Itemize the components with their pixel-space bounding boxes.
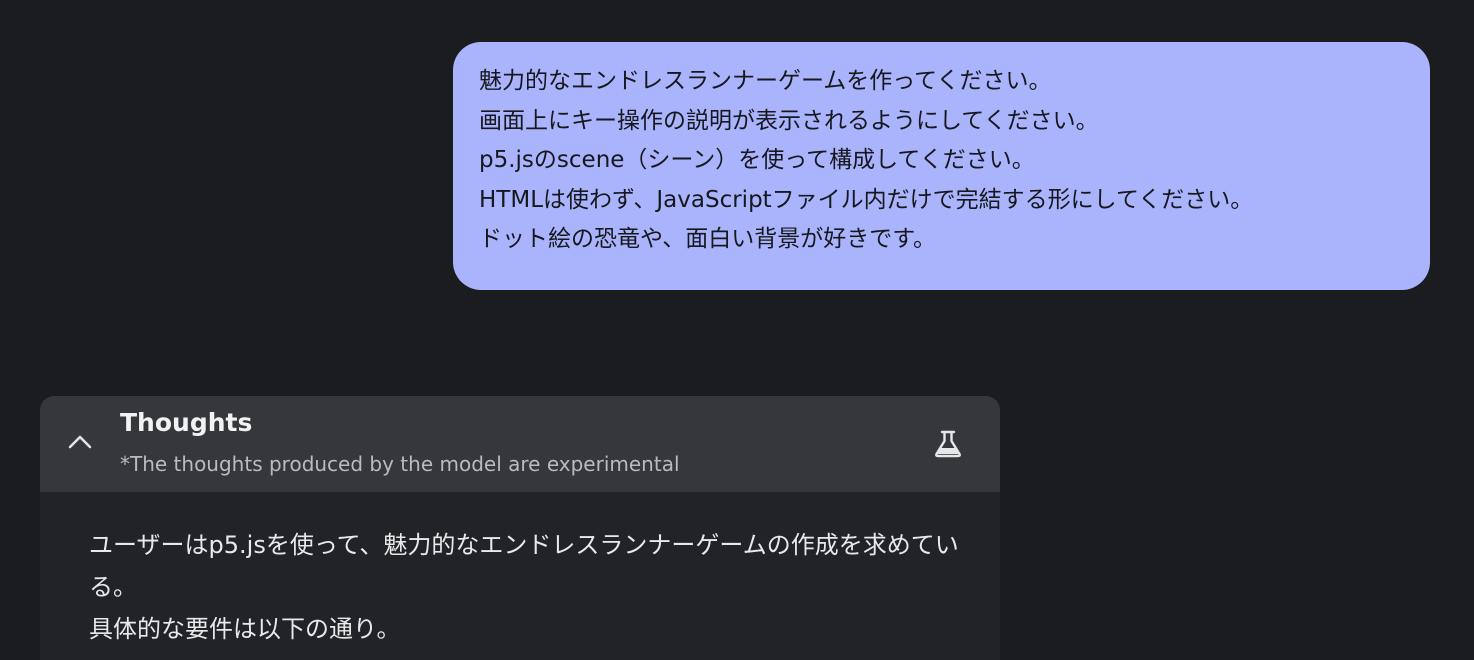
thoughts-header[interactable]: Thoughts *The thoughts produced by the m… [40, 396, 1000, 492]
user-message-line: 魅力的なエンドレスランナーゲームを作ってください。 [479, 68, 1052, 94]
chevron-up-icon[interactable] [64, 426, 96, 458]
user-message-line: p5.jsのscene（シーン）を使って構成してください。 [479, 147, 1035, 173]
flask-icon [932, 428, 964, 460]
chat-page: 魅力的なエンドレスランナーゲームを作ってください。 画面上にキー操作の説明が表示… [0, 0, 1474, 660]
user-message-line: HTMLは使わず、JavaScriptファイル内だけで完結する形にしてください。 [479, 186, 1254, 213]
thoughts-body: ユーザーはp5.jsを使って、魅力的なエンドレスランナーゲームの作成を求めている… [89, 524, 959, 650]
thoughts-title: Thoughts [120, 408, 253, 437]
user-message-bubble: 魅力的なエンドレスランナーゲームを作ってください。 画面上にキー操作の説明が表示… [453, 42, 1430, 290]
thoughts-paragraph: 具体的な要件は以下の通り。 [89, 615, 401, 643]
thoughts-panel: Thoughts *The thoughts produced by the m… [40, 396, 1000, 660]
thoughts-paragraph: ユーザーはp5.jsを使って、魅力的なエンドレスランナーゲームの作成を求めている… [89, 531, 959, 601]
user-message-line: ドット絵の恐竜や、面白い背景が好きです。 [479, 226, 937, 252]
user-message-line: 画面上にキー操作の説明が表示されるようにしてください。 [479, 107, 1099, 134]
thoughts-subtitle: *The thoughts produced by the model are … [120, 452, 680, 476]
